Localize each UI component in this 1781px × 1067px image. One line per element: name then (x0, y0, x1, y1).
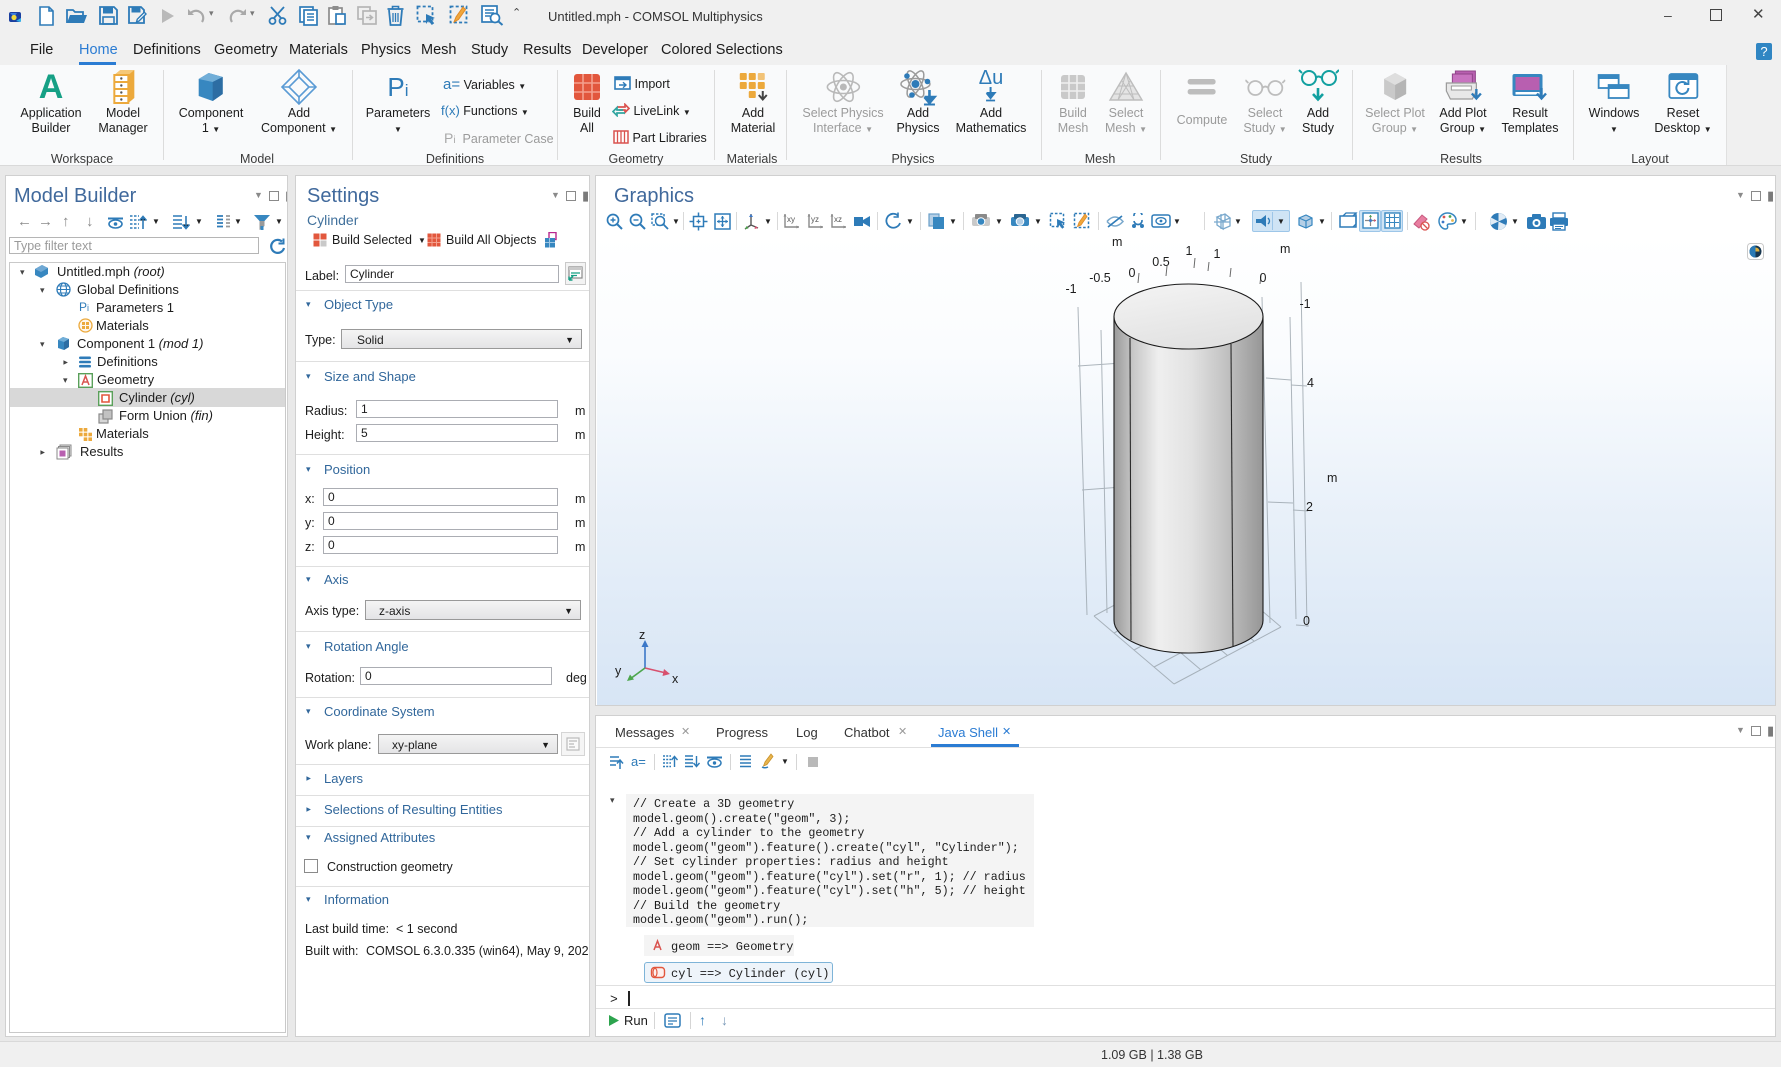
svg-text:0: 0 (1260, 271, 1267, 285)
svg-text:0: 0 (1303, 614, 1310, 628)
svg-text:2: 2 (1306, 500, 1313, 514)
svg-text:y: y (615, 664, 622, 678)
svg-text:-1: -1 (1065, 282, 1076, 296)
svg-text:0.5: 0.5 (1152, 255, 1169, 269)
svg-text:m: m (1280, 242, 1290, 256)
svg-text:4: 4 (1307, 376, 1314, 390)
svg-text:xy: xy (787, 215, 795, 224)
svg-text:-1: -1 (1299, 297, 1310, 311)
svg-text:1: 1 (1214, 247, 1221, 261)
svg-text:m: m (1327, 471, 1337, 485)
svg-text:1: 1 (1186, 244, 1193, 258)
svg-text:z: z (639, 628, 645, 642)
svg-text:x: x (672, 672, 679, 686)
svg-text:yz: yz (811, 215, 819, 224)
svg-text:-0.5: -0.5 (1089, 271, 1111, 285)
svg-text:m: m (1112, 235, 1122, 249)
svg-text:0: 0 (1129, 266, 1136, 280)
svg-text:xz: xz (834, 215, 842, 224)
